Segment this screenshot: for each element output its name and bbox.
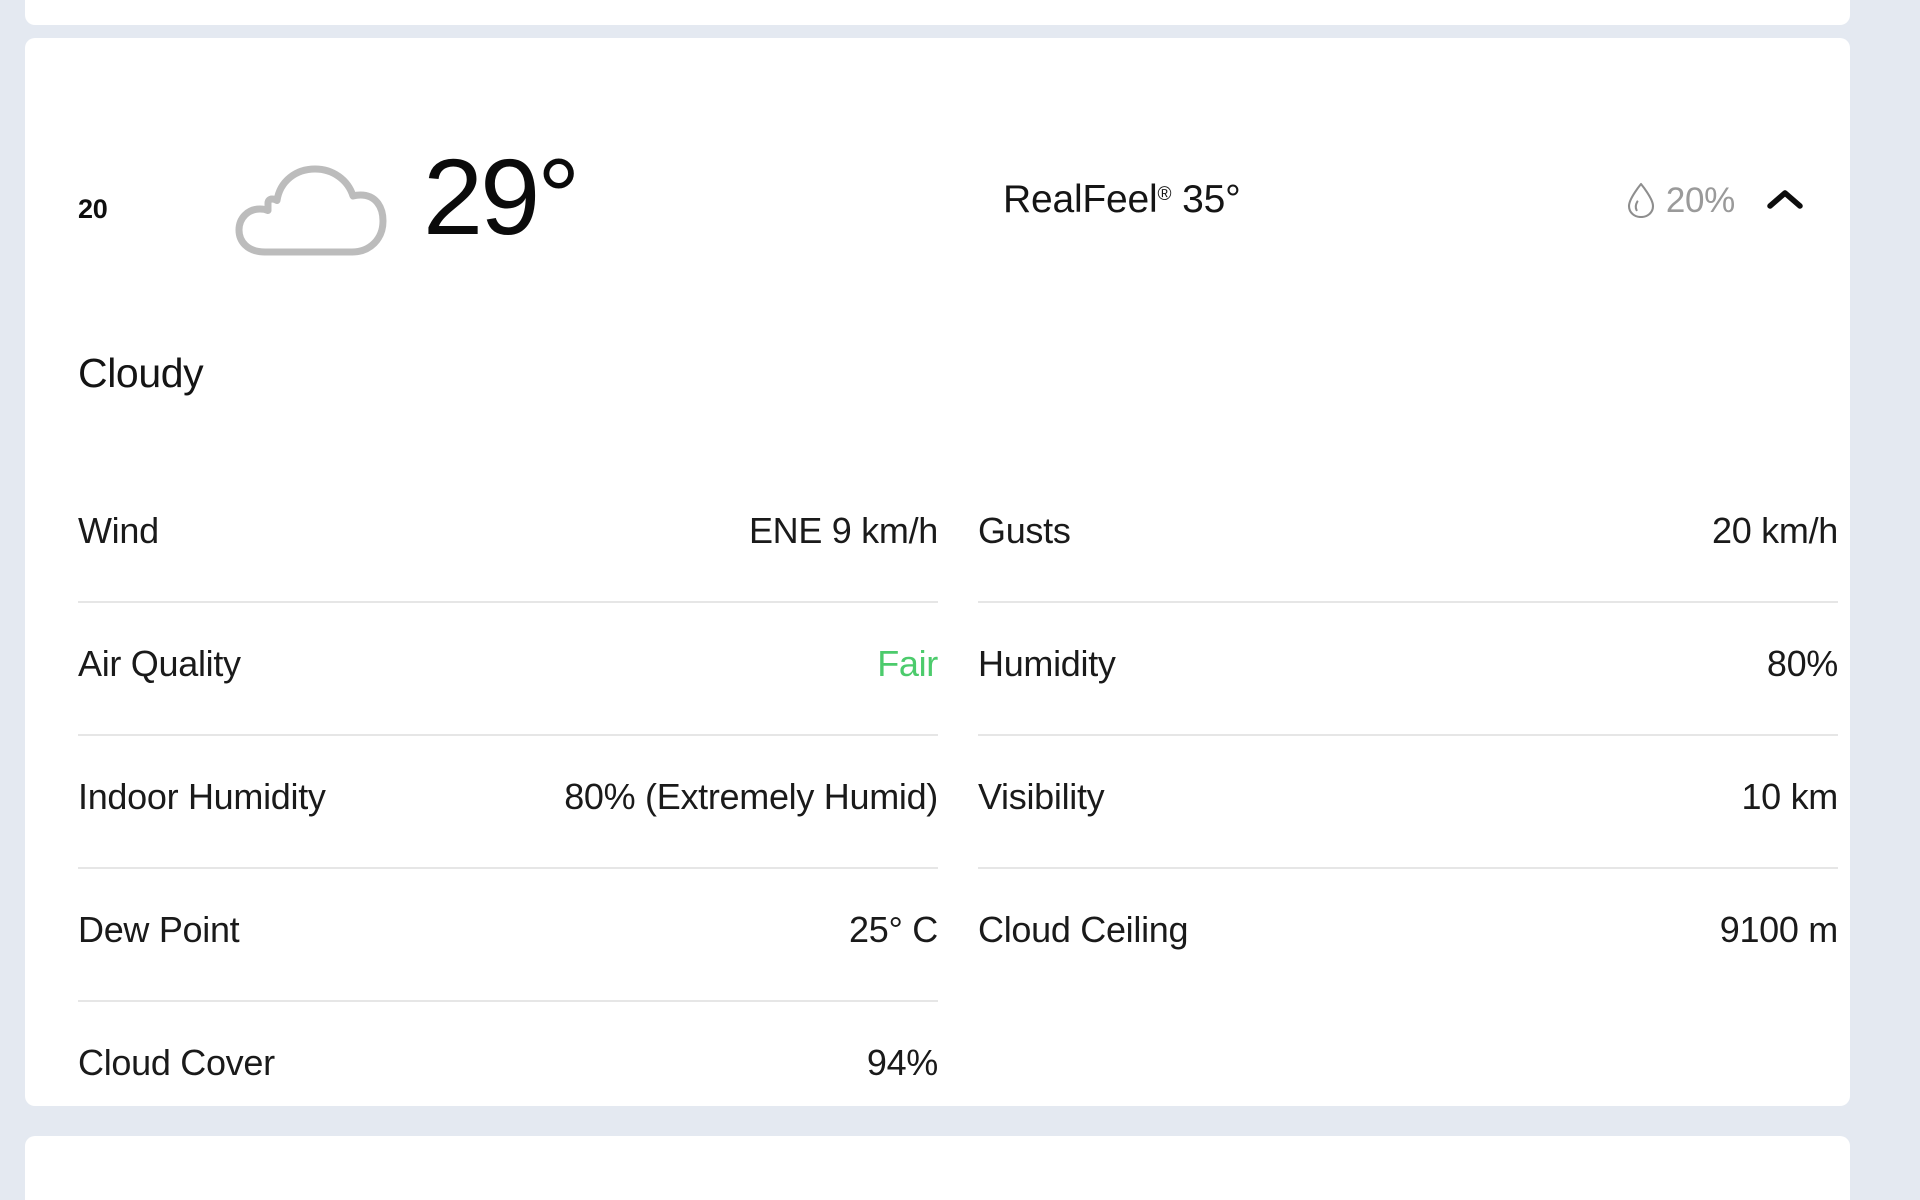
detail-value: 80% (1766, 643, 1838, 684)
detail-row: Gusts 20 km/h (978, 470, 1838, 603)
details-column-left: Wind ENE 9 km/h Air Quality Fair Indoor Humi… (78, 470, 938, 1135)
realfeel-label: RealFeel (1003, 178, 1158, 221)
precipitation-probability: 20% (1626, 180, 1735, 220)
detail-label: Humidity (978, 643, 1116, 684)
detail-value: 9100 m (1719, 909, 1839, 950)
collapse-card-button[interactable] (1762, 177, 1808, 223)
registered-trademark-icon: ® (1157, 184, 1172, 205)
detail-label: Air Quality (78, 643, 241, 684)
cloud-icon (233, 163, 388, 258)
detail-row: Visibility 10 km (978, 736, 1838, 869)
detail-label: Gusts (978, 510, 1071, 551)
detail-row: Humidity 80% (978, 603, 1838, 736)
day-number: 20 (78, 194, 108, 224)
previous-day-card-partial[interactable] (25, 0, 1850, 25)
temperature-value: 29° (423, 136, 580, 257)
detail-label: Dew Point (78, 909, 240, 950)
detail-row: Cloud Ceiling 9100 m (978, 869, 1838, 1002)
detail-label: Cloud Cover (78, 1042, 275, 1083)
chevron-up-icon (1765, 186, 1805, 215)
detail-row: Cloud Cover 94% (78, 1002, 938, 1135)
detail-label: Cloud Ceiling (978, 909, 1189, 950)
realfeel-value: 35° (1182, 178, 1241, 221)
detail-row: Dew Point 25° C (78, 869, 938, 1002)
detail-value: 25° C (849, 909, 938, 950)
weather-forecast-page: 20 29° RealFeel® 35° 20% Cloudy Wind ENE… (0, 0, 1920, 1200)
precipitation-value: 20% (1665, 180, 1735, 220)
weather-details-grid: Wind ENE 9 km/h Air Quality Fair Indoor Humi… (78, 470, 1838, 1135)
detail-row: Indoor Humidity 80% (Extremely Humid) (78, 736, 938, 869)
realfeel-readout: RealFeel® 35° (1003, 178, 1241, 222)
detail-label: Indoor Humidity (78, 776, 326, 817)
detail-value: 94% (866, 1042, 938, 1083)
detail-value: ENE 9 km/h (748, 510, 938, 551)
detail-label: Wind (78, 510, 159, 551)
details-column-right: Gusts 20 km/h Humidity 80% Visibility 10 km Cl… (978, 470, 1838, 1135)
next-day-card-partial[interactable] (25, 1136, 1850, 1200)
detail-value: 10 km (1741, 776, 1838, 817)
detail-label: Visibility (978, 776, 1105, 817)
water-drop-icon (1626, 182, 1656, 219)
expanded-day-forecast-card: 20 29° RealFeel® 35° 20% Cloudy Wind ENE… (25, 38, 1850, 1106)
day-summary-header[interactable]: 20 29° RealFeel® 35° 20% (25, 38, 1850, 256)
detail-row: Wind ENE 9 km/h (78, 470, 938, 603)
detail-value: 20 km/h (1712, 510, 1838, 551)
detail-row: Air Quality Fair (78, 603, 938, 736)
detail-value: Fair (877, 643, 938, 684)
detail-value: 80% (Extremely Humid) (564, 776, 938, 817)
weather-phrase: Cloudy (78, 350, 204, 396)
